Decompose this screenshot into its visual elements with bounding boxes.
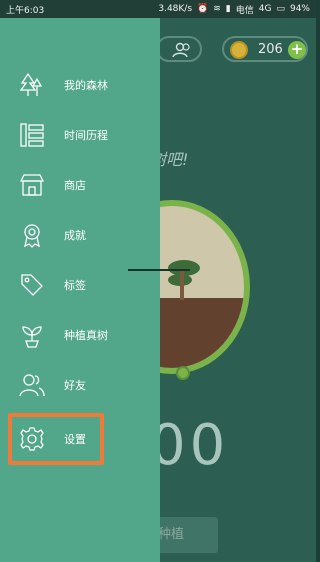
menu-item-label: 好友 bbox=[64, 379, 86, 392]
tree-icon bbox=[168, 260, 200, 300]
status-network: 4G bbox=[258, 4, 272, 14]
coin-count: 206 bbox=[258, 42, 283, 57]
menu-item-label: 我的森林 bbox=[64, 79, 108, 92]
sprout-icon bbox=[22, 326, 42, 348]
status-time: 上午6:03 bbox=[6, 5, 45, 16]
timer-display: 00 bbox=[150, 413, 230, 478]
signal-icon: ▮ bbox=[225, 4, 231, 14]
menu-item-my-forest[interactable]: 我的森林 bbox=[0, 60, 160, 110]
achievement-icon bbox=[24, 224, 40, 248]
navigation-drawer: 我的森林 时间历程 商店 成就 标签 种植真树 好友 设置 bbox=[0, 18, 160, 562]
tag-icon bbox=[21, 274, 43, 296]
battery-icon: ▭ bbox=[276, 4, 285, 14]
alarm-icon: ⏰ bbox=[197, 4, 209, 14]
status-carrier: 电信 bbox=[235, 5, 254, 16]
menu-item-label: 商店 bbox=[64, 179, 86, 192]
wifi-icon: ≋ bbox=[213, 4, 221, 14]
status-speed: 3.48K/s bbox=[158, 4, 193, 14]
coin-balance: 206 + bbox=[222, 36, 308, 62]
social-button[interactable] bbox=[156, 36, 202, 62]
friends-icon bbox=[19, 374, 45, 397]
menu-item-label: 成就 bbox=[64, 229, 86, 242]
settings-highlight-box bbox=[8, 413, 104, 465]
store-icon bbox=[19, 174, 45, 196]
coin-icon bbox=[230, 41, 248, 59]
plant-button-label: 种植 bbox=[158, 527, 185, 542]
drawer-drag-handle[interactable] bbox=[128, 269, 190, 271]
menu-item-store[interactable]: 商店 bbox=[0, 160, 160, 210]
menu-item-label: 标签 bbox=[64, 279, 86, 292]
status-battery: 94% bbox=[289, 4, 310, 14]
status-bar: 上午6:03 3.48K/s ⏰ ≋ ▮ 电信 4G ▭ 94% bbox=[0, 0, 316, 18]
menu-item-label: 时间历程 bbox=[64, 129, 108, 142]
friends-icon bbox=[172, 42, 190, 58]
forest-icon bbox=[19, 72, 43, 96]
timer-slider-knob[interactable] bbox=[176, 366, 190, 380]
menu-item-friends[interactable]: 好友 bbox=[0, 360, 160, 410]
menu-item-label: 种植真树 bbox=[64, 329, 108, 342]
menu-item-plant-real-trees[interactable]: 种植真树 bbox=[0, 310, 160, 360]
menu-item-achievements[interactable]: 成就 bbox=[0, 210, 160, 260]
menu-item-timeline[interactable]: 时间历程 bbox=[0, 110, 160, 160]
menu-item-tags[interactable]: 标签 bbox=[0, 260, 160, 310]
add-coin-button[interactable]: + bbox=[288, 41, 306, 59]
timeline-icon bbox=[20, 123, 44, 147]
